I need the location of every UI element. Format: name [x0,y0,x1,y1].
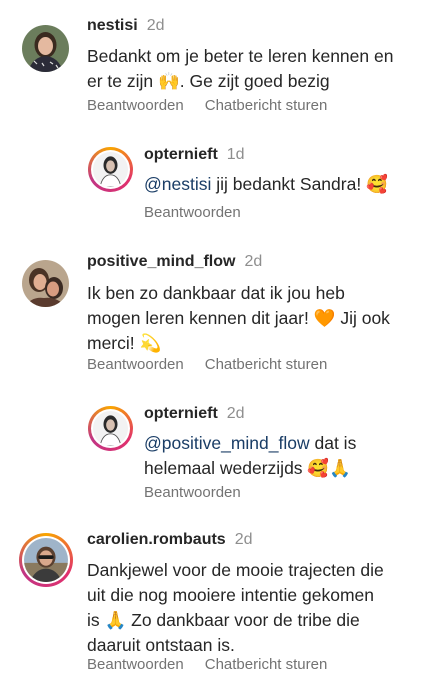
comment-username[interactable]: positive_mind_flow [87,253,235,270]
comment-text-line: Ik ben zo dankbaar dat ik jou heb [87,283,345,303]
comment-text: Dankjewel voor de mooie trajecten die ui… [87,558,384,658]
comment-text-line: uit die nog mooiere intentie gekomen [87,585,374,605]
mention-link[interactable]: @positive_mind_flow [144,433,310,453]
comment-time: 2d [226,405,245,422]
comment-username[interactable]: nestisi [87,17,138,34]
comment-text-line: jij bedankt Sandra! 🥰 [211,174,388,194]
comment-text-line: er te zijn 🙌. Ge zijt goed bezig [87,71,330,91]
send-message-button[interactable]: Chatbericht sturen [205,356,328,373]
comment-time: 2d [146,17,165,34]
comment-text-line: is 🙏 Zo dankbaar voor de tribe die [87,610,360,630]
comment-text-line: Bedankt om je beter te leren kennen en [87,46,394,66]
avatar[interactable] [88,147,133,192]
reply-button[interactable]: Beantwoorden [144,204,241,221]
comment-text-line: daaruit ontstaan is. [87,635,235,655]
comment-text-line: helemaal wederzijds 🥰🙏 [144,458,351,478]
comment-time: 2d [244,253,263,270]
comment-username[interactable]: opternieft [144,146,218,163]
avatar[interactable] [22,260,69,307]
profile-photo-icon [24,538,68,582]
comment-text: @nestisi jij bedankt Sandra! 🥰 [144,172,388,197]
mention-link[interactable]: @nestisi [144,174,211,194]
reply-button[interactable]: Beantwoorden [87,656,184,673]
send-message-button[interactable]: Chatbericht sturen [205,656,328,673]
avatar[interactable] [88,406,133,451]
reply-button[interactable]: Beantwoorden [87,356,184,373]
comment-text-line: merci! 💫 [87,333,162,353]
profile-photo-icon [22,25,69,72]
comment-username[interactable]: opternieft [144,405,218,422]
profile-photo-icon [93,152,128,187]
reply-button[interactable]: Beantwoorden [144,484,241,501]
send-message-button[interactable]: Chatbericht sturen [205,97,328,114]
comment-username[interactable]: carolien.rombauts [87,531,226,548]
reply-button[interactable]: Beantwoorden [87,97,184,114]
profile-photo-icon [93,411,128,446]
comment-text-line: mogen leren kennen dit jaar! 🧡 Jij ook [87,308,390,328]
comment-text: Bedankt om je beter te leren kennen en e… [87,44,393,94]
comment-text-line: Dankjewel voor de mooie trajecten die [87,560,384,580]
profile-photo-icon [22,260,69,307]
comment-text: @positive_mind_flow dat is helemaal wede… [144,431,356,481]
avatar[interactable] [19,533,73,587]
comment-time: 2d [234,531,253,548]
comment-text: Ik ben zo dankbaar dat ik jou heb mogen … [87,281,390,356]
comment-time: 1d [226,146,245,163]
avatar[interactable] [22,25,69,72]
comment-text-line: dat is [309,433,357,453]
